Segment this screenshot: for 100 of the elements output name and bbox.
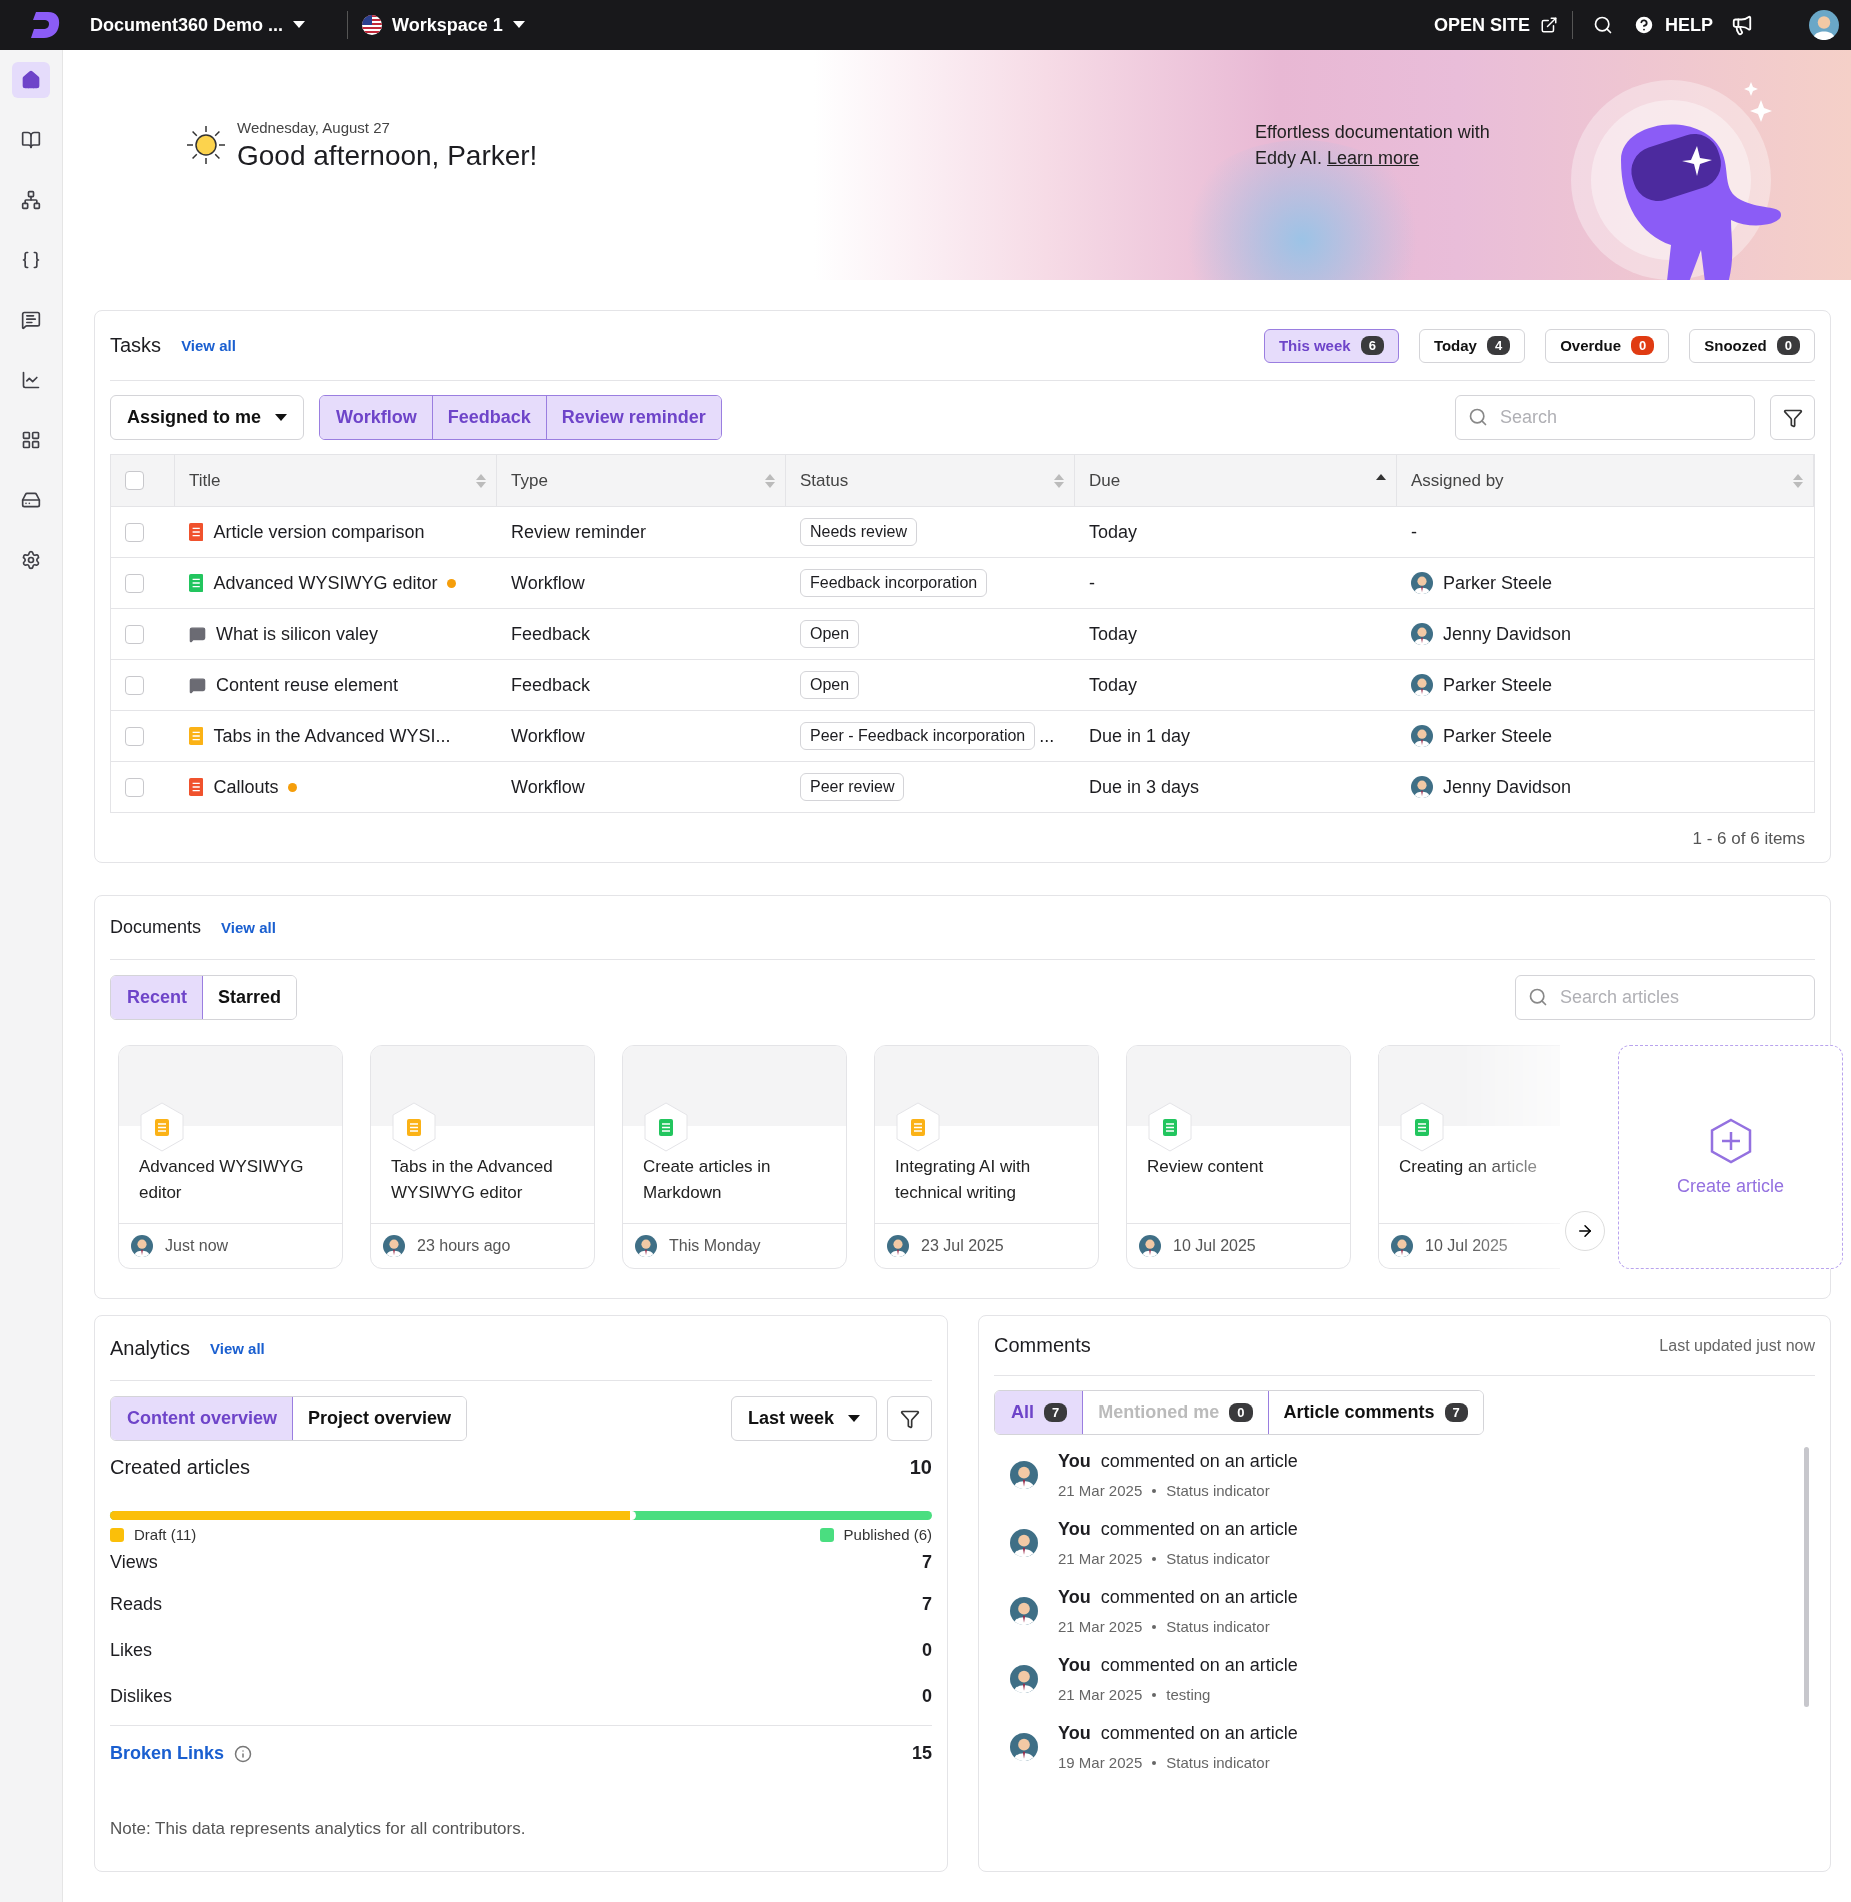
document-tab[interactable]: Starred — [202, 976, 297, 1019]
analytics-tab[interactable]: Project overview — [292, 1397, 467, 1440]
comment-date: 21 Mar 2025 — [1058, 1618, 1143, 1635]
pagination-text: 1 - 6 of 6 items — [1691, 828, 1806, 849]
filter-button[interactable] — [887, 1396, 932, 1441]
scrollbar[interactable] — [1804, 1447, 1809, 1707]
documents-heading: Documents — [110, 917, 202, 938]
table-cell: Due in 3 days — [1089, 776, 1200, 798]
type-filter-tab[interactable]: Feedback — [431, 396, 546, 439]
checkbox[interactable] — [125, 471, 144, 490]
next-button[interactable] — [1565, 1211, 1605, 1251]
type-filter-tab[interactable]: Review reminder — [545, 396, 721, 439]
period-tab[interactable]: Overdue 0 — [1545, 328, 1670, 363]
comment-text: You commented on an article — [1058, 1655, 1298, 1676]
workspace-dropdown[interactable]: Workspace 1 — [362, 14, 525, 36]
checkbox[interactable] — [125, 624, 144, 644]
type-filter-tab[interactable]: Workflow — [320, 396, 432, 439]
checkbox[interactable] — [125, 573, 144, 593]
view-all-link[interactable]: View all — [210, 1339, 265, 1357]
table-cell: Today — [1089, 674, 1138, 696]
broken-links-link[interactable]: Broken Links — [110, 1743, 225, 1764]
column-header: Type — [511, 470, 548, 491]
arrow-right-icon — [1576, 1222, 1594, 1240]
metric-label: Dislikes — [110, 1685, 172, 1707]
external-link-icon — [1540, 16, 1558, 34]
checkbox[interactable] — [125, 522, 144, 542]
analytics-tab[interactable]: Content overview — [111, 1397, 293, 1440]
document-badge-icon — [1147, 1102, 1193, 1152]
document-card[interactable]: Integrating AI with technical writing 23 Jul 2025 — [874, 1045, 1099, 1269]
create-article-button[interactable]: Create article — [1618, 1045, 1843, 1269]
checkbox[interactable] — [125, 726, 144, 746]
search-field[interactable]: Search articles — [1515, 975, 1815, 1020]
help-button[interactable]: HELP — [1633, 14, 1713, 36]
task-title[interactable]: Advanced WYSIWYG editor — [213, 572, 438, 594]
table-cell: Review reminder — [511, 521, 647, 543]
logo-icon[interactable] — [28, 10, 62, 40]
document-card[interactable]: Review content 10 Jul 2025 — [1126, 1045, 1351, 1269]
caret-icon — [275, 413, 288, 422]
document-card[interactable]: Tabs in the Advanced WYSIWYG editor 23 hours ago — [370, 1045, 595, 1269]
document-card[interactable]: Create articles in Markdown This Monday — [622, 1045, 847, 1269]
comment-tab[interactable]: All 7 — [995, 1391, 1083, 1434]
view-all-link[interactable]: View all — [221, 919, 276, 936]
assignee-dropdown[interactable]: Assigned to me — [110, 395, 305, 440]
avatar-icon — [1010, 1665, 1038, 1693]
document-tab[interactable]: Recent — [111, 976, 203, 1019]
document-card[interactable]: Advanced WYSIWYG editor Just now — [118, 1045, 343, 1269]
search-icon[interactable] — [1593, 15, 1613, 35]
separator-dot — [1152, 1692, 1157, 1697]
open-site-link[interactable]: OPEN SITE — [1433, 14, 1558, 36]
task-title[interactable]: What is silicon valey — [216, 623, 379, 645]
column-header: Title — [189, 470, 221, 491]
metric-value: 7 — [922, 1593, 932, 1615]
avatar-icon[interactable] — [1809, 10, 1839, 40]
document-title: Creating an article — [1398, 1156, 1538, 1178]
filter-button[interactable] — [1770, 395, 1815, 440]
project-dropdown[interactable]: Document360 Demo ... — [62, 14, 334, 36]
period-tab[interactable]: This week 6 — [1263, 328, 1399, 363]
sidebar-item[interactable] — [12, 62, 50, 98]
info-icon[interactable] — [234, 1744, 253, 1763]
comment-tab[interactable]: Article comments 7 — [1267, 1391, 1483, 1434]
comment-text: You commented on an article — [1058, 1587, 1298, 1608]
avatar-icon — [131, 1235, 153, 1257]
status-tag: Peer - Feedback incorporation — [800, 722, 1036, 750]
document-title: Advanced WYSIWYG editor — [138, 1156, 305, 1204]
line-chart-icon — [21, 370, 41, 390]
avatar-icon — [1411, 572, 1433, 594]
table-cell: Today — [1089, 521, 1138, 543]
comment-tag: Status indicator — [1166, 1482, 1270, 1499]
period-dropdown[interactable]: Last week — [730, 1396, 877, 1441]
view-all-link[interactable]: View all — [181, 337, 236, 354]
checkbox[interactable] — [125, 675, 144, 695]
period-tab[interactable]: Today 4 — [1418, 328, 1526, 363]
period-tab[interactable]: Snoozed 0 — [1689, 328, 1815, 363]
comment-tag: Status indicator — [1166, 1754, 1270, 1771]
document-card[interactable]: Creating an article 10 Jul 2025 — [1378, 1045, 1560, 1269]
metric-label: Created articles — [110, 1455, 251, 1479]
learn-more-link[interactable]: Learn more — [1327, 148, 1420, 168]
time-text: This Monday — [669, 1237, 761, 1255]
comment-date: 19 Mar 2025 — [1058, 1754, 1143, 1771]
caret-icon — [293, 21, 306, 29]
task-title[interactable]: Article version comparison — [213, 521, 425, 543]
document-badge-icon — [643, 1102, 689, 1152]
search-field[interactable]: Search — [1455, 395, 1755, 440]
tasks-heading: Tasks — [110, 334, 162, 357]
task-title[interactable]: Callouts — [213, 776, 279, 798]
megaphone-icon[interactable] — [1731, 14, 1753, 36]
count-badge: 0 — [1631, 336, 1655, 355]
task-title[interactable]: Tabs in the Advanced WYSI... — [213, 725, 451, 747]
avatar-icon — [1411, 776, 1433, 798]
table-cell: Due in 1 day — [1089, 725, 1191, 747]
table-cell: Workflow — [511, 572, 585, 594]
separator-dot — [1152, 1556, 1157, 1561]
document-title: Review content — [1146, 1156, 1265, 1178]
comment-text: You commented on an article — [1058, 1723, 1298, 1744]
filter-icon — [899, 1408, 920, 1429]
last-updated-text: Last updated just now — [1659, 1336, 1815, 1355]
column-header: Assigned by — [1411, 470, 1504, 491]
checkbox[interactable] — [125, 777, 144, 797]
task-title[interactable]: Content reuse element — [216, 674, 399, 696]
settings-icon — [21, 550, 41, 570]
